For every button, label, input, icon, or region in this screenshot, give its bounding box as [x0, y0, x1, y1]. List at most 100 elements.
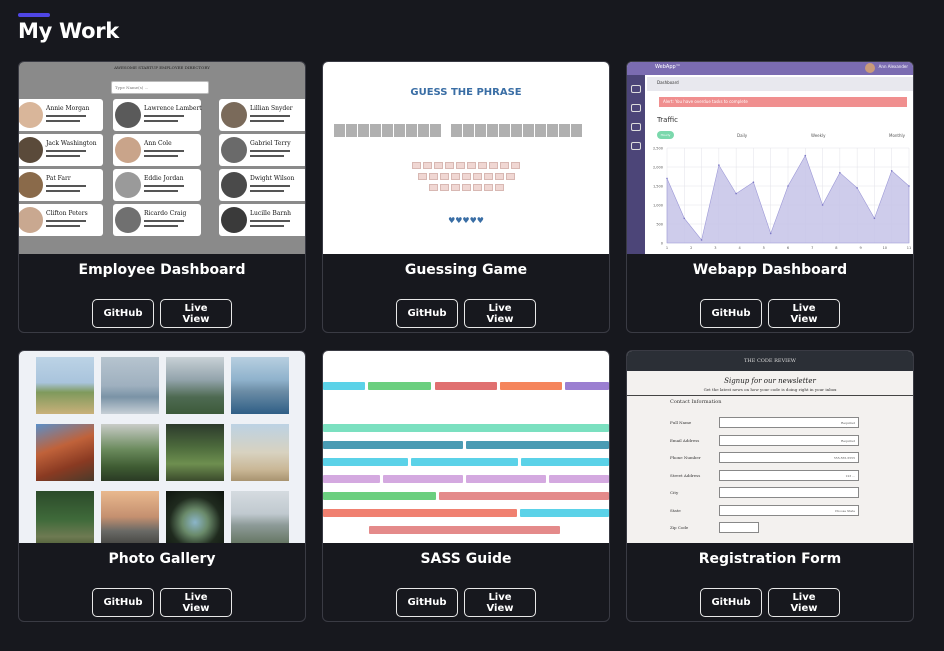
thumb-key	[450, 173, 460, 180]
thumb-key	[472, 184, 482, 191]
x-tick-label: 2	[690, 246, 692, 250]
thumb-letter-slot	[334, 124, 345, 137]
traffic-point	[890, 170, 893, 172]
thumb-key	[428, 173, 438, 180]
thumb-employee-card: Eddie Jordan	[113, 169, 201, 201]
thumb-employee-card: Clifton Peters	[19, 204, 103, 236]
sass-block	[323, 492, 436, 500]
x-tick-label: 9	[859, 246, 861, 250]
thumb-letter-slot	[382, 124, 393, 137]
thumb-divider	[627, 395, 913, 396]
sass-block	[466, 441, 609, 449]
y-tick-label: 2,000	[653, 166, 663, 170]
thumb-employee-card: Ann Cole	[113, 134, 201, 166]
github-button[interactable]: GitHub	[92, 588, 154, 617]
thumb-text-line	[250, 225, 284, 227]
thumb-letter-slot	[571, 124, 582, 137]
traffic-point	[839, 171, 841, 174]
gallery-photo	[101, 491, 159, 543]
thumb-letter-slot	[418, 124, 429, 137]
github-button[interactable]: GitHub	[92, 299, 154, 328]
avatar	[19, 137, 43, 163]
thumb-text-line	[250, 120, 284, 122]
traffic-point	[700, 239, 703, 241]
thumb-text-line	[46, 120, 80, 122]
thumb-text-line	[46, 115, 86, 117]
gallery-photo	[101, 357, 159, 414]
thumb-key	[412, 162, 421, 169]
x-tick-label: 5	[763, 246, 765, 250]
avatar	[19, 172, 43, 198]
thumb-letter-slot	[535, 124, 546, 137]
project-title: SASS Guide	[420, 551, 512, 567]
project-thumbnail[interactable]	[19, 351, 305, 543]
project-thumbnail[interactable]: AWESOME STARTUP EMPLOYEE DIRECTORY Type …	[19, 62, 305, 254]
github-button[interactable]: GitHub	[700, 588, 762, 617]
thumb-letter-slot	[559, 124, 570, 137]
thumb-header: AWESOME STARTUP EMPLOYEE DIRECTORY	[114, 65, 210, 70]
thumb-text-line	[144, 185, 184, 187]
thumb-employee-name: Lucille Barnh	[250, 210, 292, 217]
sass-block	[323, 441, 463, 449]
thumb-employee-card: Dwight Wilson	[219, 169, 305, 201]
gallery-photo	[166, 357, 224, 414]
live-view-button[interactable]: Live View	[464, 588, 536, 617]
thumb-key	[428, 184, 438, 191]
github-button[interactable]: GitHub	[396, 588, 458, 617]
project-thumbnail[interactable]: THE CODE REVIEW Signup for our newslette…	[627, 351, 913, 543]
sass-block	[323, 424, 609, 432]
live-view-button[interactable]: Live View	[160, 299, 232, 328]
gallery-photo	[36, 357, 94, 414]
github-button[interactable]: GitHub	[396, 299, 458, 328]
gallery-photo	[101, 424, 159, 481]
project-thumbnail[interactable]	[323, 351, 609, 543]
thumb-field-input	[719, 487, 859, 498]
thumb-employee-card: Lawrence Lambert	[113, 99, 202, 131]
thumb-employee-card: Lillian Snyder	[219, 99, 305, 131]
project-links: GitHub Live View	[19, 588, 305, 617]
live-view-button[interactable]: Live View	[768, 588, 840, 617]
live-view-button[interactable]: Live View	[768, 299, 840, 328]
thumb-key	[467, 162, 476, 169]
x-tick-label: 4	[738, 246, 741, 250]
avatar	[221, 102, 247, 128]
thumb-key	[461, 184, 471, 191]
thumb-phrase-slots	[334, 124, 582, 137]
thumb-letter-slot	[487, 124, 498, 137]
thumb-text-line	[144, 120, 178, 122]
traffic-point	[908, 185, 910, 187]
thumb-key	[489, 162, 498, 169]
traffic-point	[821, 204, 824, 206]
thumb-employee-name: Jack Washington	[46, 140, 97, 147]
thumb-employee-name: Ricardo Craig	[144, 210, 187, 217]
project-title: Webapp Dashboard	[692, 262, 848, 278]
thumb-text-line	[144, 155, 178, 157]
avatar	[19, 102, 43, 128]
x-tick-label: 11	[907, 246, 911, 250]
github-button[interactable]: GitHub	[700, 299, 762, 328]
thumb-text-line	[250, 190, 284, 192]
live-view-button[interactable]: Live View	[464, 299, 536, 328]
project-thumbnail[interactable]: GUESS THE PHRASE ♥♥♥♥♥	[323, 62, 609, 254]
thumb-field-label: Full Name	[670, 420, 692, 425]
sass-block	[383, 475, 463, 483]
sass-block	[466, 475, 546, 483]
thumb-field-input	[719, 522, 759, 533]
thumb-employee-card: Lucille Barnh	[219, 204, 305, 236]
traffic-point	[873, 217, 876, 220]
thumb-field-label: Phone Number	[670, 455, 701, 460]
thumb-form-subtitle: Get the latest news on how your code is …	[703, 387, 837, 392]
project-thumbnail[interactable]: WebApp™ Ann Alexander Dashboard Alert: Y…	[627, 62, 913, 254]
traffic-point	[787, 185, 789, 187]
project-links: GitHub Live View	[19, 299, 305, 328]
thumb-field-label: City	[670, 490, 679, 495]
thumb-employee-card: Ricardo Craig	[113, 204, 201, 236]
thumb-key	[483, 184, 493, 191]
sass-block	[439, 492, 609, 500]
live-view-button[interactable]: Live View	[160, 588, 232, 617]
traffic-point	[735, 192, 737, 195]
thumb-keyboard-row	[323, 184, 609, 191]
section-title: My Work	[18, 19, 119, 43]
sass-block	[323, 382, 365, 390]
thumb-letter-slot	[523, 124, 534, 137]
